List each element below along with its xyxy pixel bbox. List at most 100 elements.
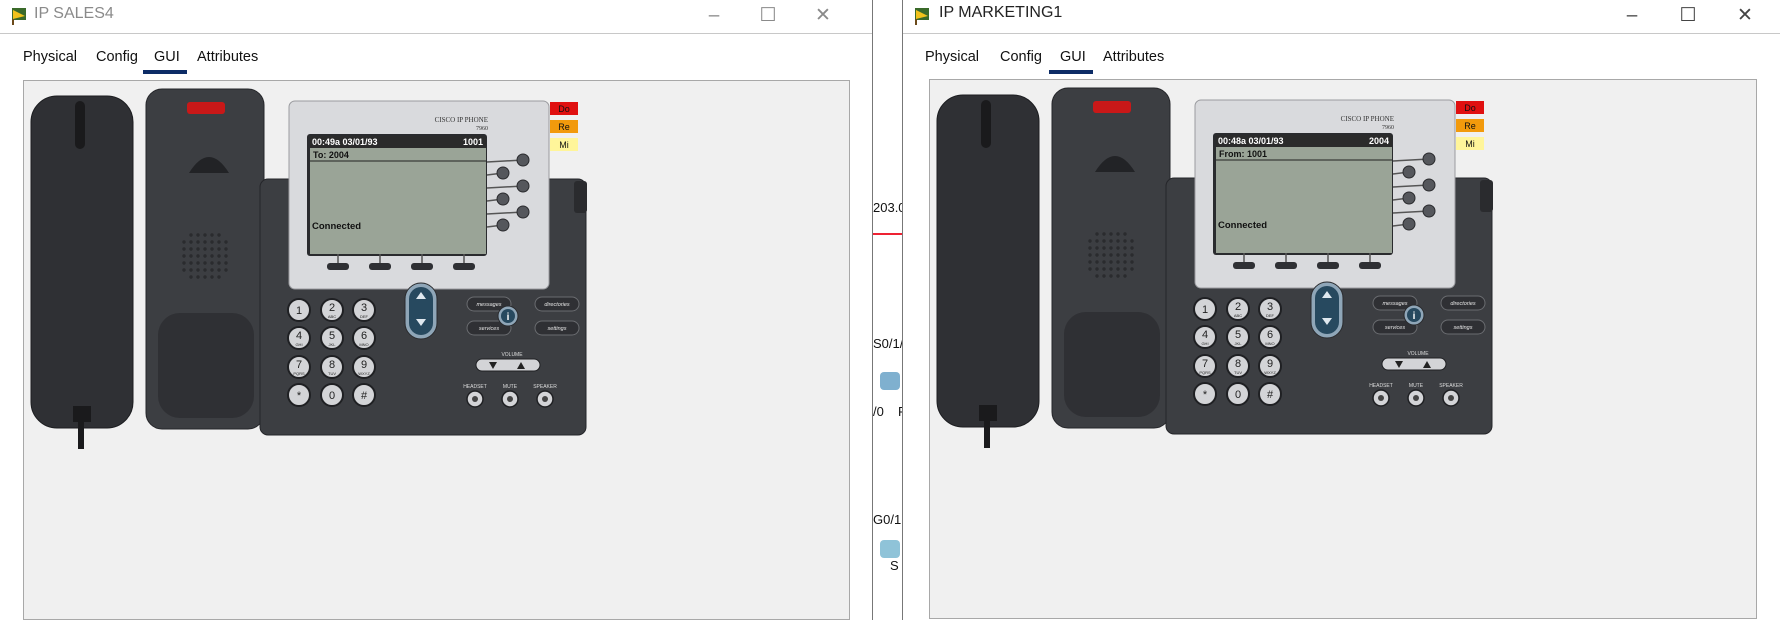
softkey-button[interactable] — [1317, 262, 1339, 269]
line-button[interactable] — [516, 153, 530, 167]
key-letters: JKL — [1235, 341, 1243, 346]
key-letters: GHI — [295, 342, 302, 347]
volume-rocker[interactable] — [475, 358, 541, 372]
keypad-key-8[interactable]: 8TUV — [320, 355, 344, 379]
keypad-key-8[interactable]: 8TUV — [1226, 354, 1250, 378]
maximize-button[interactable]: ☐ — [748, 3, 788, 29]
tab-physical[interactable]: Physical — [925, 49, 979, 65]
handset[interactable] — [30, 95, 134, 449]
keypad-key-6[interactable]: 6MNO — [1258, 325, 1282, 349]
speaker-button[interactable] — [1442, 389, 1460, 407]
tab-physical[interactable]: Physical — [23, 49, 77, 65]
keypad-key-star[interactable]: * — [287, 383, 311, 407]
close-button[interactable]: ✕ — [1725, 3, 1765, 29]
line-button[interactable] — [496, 218, 510, 232]
mute-button[interactable] — [501, 390, 519, 408]
softkey-button[interactable] — [1233, 262, 1255, 269]
softkey-button[interactable] — [369, 263, 391, 270]
key-digit: 1 — [296, 305, 302, 317]
headset-button[interactable] — [466, 390, 484, 408]
key-digit: 8 — [1235, 358, 1241, 370]
headset-button[interactable] — [1372, 389, 1390, 407]
tab-config[interactable]: Config — [96, 49, 138, 65]
tab-config[interactable]: Config — [1000, 49, 1042, 65]
settings-button[interactable]: settings — [1440, 319, 1486, 335]
settings-button[interactable]: settings — [534, 320, 580, 336]
feature-lamp-mi[interactable]: Mi — [550, 138, 578, 151]
audio-button-label: MUTE — [1409, 383, 1424, 389]
line-button[interactable] — [516, 205, 530, 219]
close-button[interactable]: ✕ — [803, 3, 843, 29]
keypad-key-pound[interactable]: # — [1258, 382, 1282, 406]
info-button[interactable]: i — [497, 305, 519, 327]
navigation-rocker[interactable] — [1310, 281, 1344, 339]
volume-rocker[interactable] — [1381, 357, 1447, 371]
feature-lamp-re[interactable]: Re — [550, 120, 578, 133]
key-letters: DEF — [1266, 313, 1275, 318]
keypad-key-5[interactable]: 5JKL — [320, 326, 344, 350]
maximize-button[interactable]: ☐ — [1668, 3, 1708, 29]
softkey-button[interactable] — [327, 263, 349, 270]
line-button[interactable] — [496, 192, 510, 206]
keypad-key-3[interactable]: 3DEF — [1258, 297, 1282, 321]
switch-icon[interactable] — [880, 540, 900, 558]
keypad-key-star[interactable]: * — [1193, 382, 1217, 406]
keypad-key-9[interactable]: 9WXYZ — [1258, 354, 1282, 378]
key-digit: # — [361, 390, 368, 402]
key-digit: # — [1267, 389, 1274, 401]
line-button[interactable] — [1422, 152, 1436, 166]
keypad-key-3[interactable]: 3DEF — [352, 298, 376, 322]
keypad-key-5[interactable]: 5JKL — [1226, 325, 1250, 349]
feature-lamp-label: Do — [558, 104, 570, 114]
keypad-key-4[interactable]: 4GHI — [287, 326, 311, 350]
feature-lamp-label: Mi — [559, 140, 569, 150]
feature-lamp-re[interactable]: Re — [1456, 119, 1484, 132]
brand-label: CISCO IP PHONE — [435, 116, 488, 124]
line-button[interactable] — [516, 179, 530, 193]
tab-gui[interactable]: GUI — [1060, 49, 1086, 65]
keypad-key-0[interactable]: 0 — [1226, 382, 1250, 406]
softkey-button[interactable] — [453, 263, 475, 270]
keypad-key-7[interactable]: 7PQRS — [287, 355, 311, 379]
keypad-key-pound[interactable]: # — [352, 383, 376, 407]
keypad-key-7[interactable]: 7PQRS — [1193, 354, 1217, 378]
feature-lamp-label: Re — [558, 122, 570, 132]
tab-gui[interactable]: GUI — [154, 49, 180, 65]
directories-button[interactable]: directories — [1440, 295, 1486, 311]
keypad-key-1[interactable]: 1 — [1193, 297, 1217, 321]
keypad-key-1[interactable]: 1 — [287, 298, 311, 322]
keypad-key-9[interactable]: 9WXYZ — [352, 355, 376, 379]
title-bar[interactable]: IP MARKETING1 – ☐ ✕ — [903, 0, 1780, 32]
tab-attributes[interactable]: Attributes — [197, 49, 258, 65]
handset[interactable] — [936, 94, 1040, 448]
softkey-button[interactable] — [1275, 262, 1297, 269]
directories-button[interactable]: directories — [534, 296, 580, 312]
tab-attributes[interactable]: Attributes — [1103, 49, 1164, 65]
line-button[interactable] — [1402, 191, 1416, 205]
navigation-rocker[interactable] — [404, 282, 438, 340]
line-button[interactable] — [1402, 217, 1416, 231]
minimize-button[interactable]: – — [1612, 3, 1652, 29]
keypad-key-0[interactable]: 0 — [320, 383, 344, 407]
line-button[interactable] — [1422, 204, 1436, 218]
feature-lamp-do[interactable]: Do — [1456, 101, 1484, 114]
info-button[interactable]: i — [1403, 304, 1425, 326]
keypad-key-2[interactable]: 2ABC — [1226, 297, 1250, 321]
keypad-key-2[interactable]: 2ABC — [320, 298, 344, 322]
minimize-button[interactable]: – — [694, 3, 734, 29]
speaker-button[interactable] — [536, 390, 554, 408]
title-bar[interactable]: IP SALES4 – ☐ ✕ — [0, 0, 872, 32]
keypad-key-6[interactable]: 6MNO — [352, 326, 376, 350]
keypad-key-4[interactable]: 4GHI — [1193, 325, 1217, 349]
router-icon[interactable] — [880, 372, 900, 390]
line-button[interactable] — [496, 166, 510, 180]
mute-button[interactable] — [1407, 389, 1425, 407]
feature-lamp-mi[interactable]: Mi — [1456, 137, 1484, 150]
key-digit: 0 — [1235, 389, 1241, 401]
feature-lamp-do[interactable]: Do — [550, 102, 578, 115]
softkey-button[interactable] — [411, 263, 433, 270]
line-button[interactable] — [1402, 165, 1416, 179]
lcd-call-state: Connected — [1218, 220, 1267, 231]
line-button[interactable] — [1422, 178, 1436, 192]
softkey-button[interactable] — [1359, 262, 1381, 269]
